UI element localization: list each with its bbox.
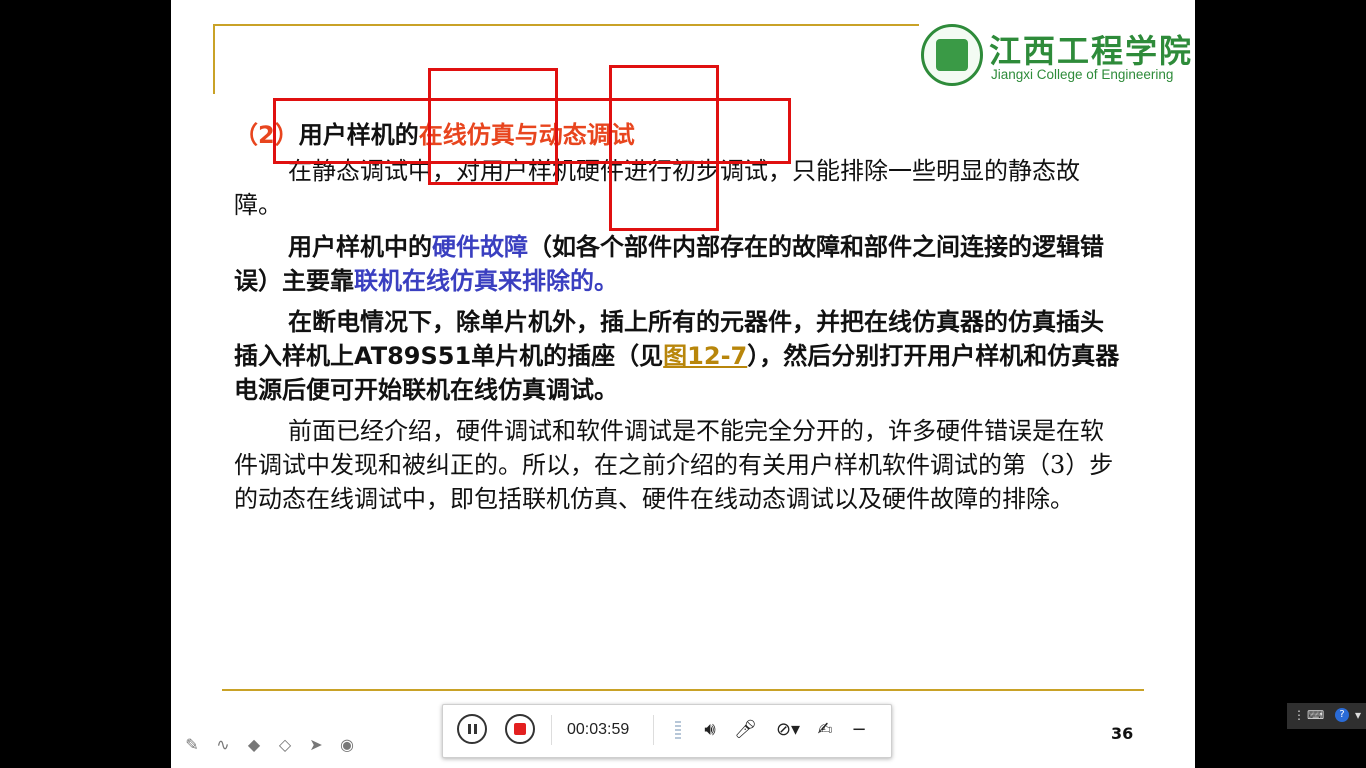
college-name-cn: 江西工程学院	[989, 32, 1194, 70]
marker-icon[interactable]: ◆	[245, 736, 263, 754]
slide-number: 36	[1111, 724, 1134, 743]
camera-off-icon[interactable]: ⊘▾	[773, 719, 803, 741]
college-name-en: Jiangxi College of Engineering	[991, 67, 1174, 82]
slide: 江西工程学院 Jiangxi College of Engineering （2…	[171, 0, 1195, 768]
paragraph-hardware-fault: 用户样机中的硬件故障（如各个部件内部存在的故障和部件之间连接的逻辑错误）主要靠联…	[234, 230, 1124, 298]
paragraph-power-off: 在断电情况下，除单片机外，插上所有的元器件，并把在线仿真器的仿真插头插入样机上A…	[234, 305, 1124, 407]
paragraph-text: 用户样机中的	[288, 233, 432, 261]
eraser-icon[interactable]: ◇	[276, 736, 294, 754]
annotate-icon[interactable]: ✍︎	[814, 719, 836, 741]
stop-icon[interactable]	[505, 714, 535, 744]
pen-toolbar: ✎ ∿ ◆ ◇ ➤ ◉	[183, 736, 356, 754]
highlight-online-emulation: 联机在线仿真来排除的。	[354, 267, 618, 295]
grip-icon: ⋮	[1293, 708, 1305, 722]
speaker-icon[interactable]: 🔊︎	[699, 719, 721, 741]
paragraph-summary: 前面已经介绍，硬件调试和软件调试是不能完全分开的，许多硬件错误是在软件调试中发现…	[234, 414, 1124, 516]
help-icon[interactable]: ?	[1335, 708, 1349, 722]
annotation-box	[609, 65, 719, 231]
system-tray: ⋮ ⌨ ? ▾	[1287, 703, 1366, 729]
microphone-icon[interactable]: 🎤︎	[734, 719, 757, 741]
minimize-icon[interactable]: −	[848, 719, 870, 741]
laser-icon[interactable]: ◉	[338, 736, 356, 754]
left-rule	[213, 24, 215, 94]
college-seal-logo	[921, 24, 983, 86]
keyboard-icon[interactable]: ⌨	[1307, 708, 1324, 722]
bottom-rule	[222, 689, 1144, 691]
chevron-down-icon[interactable]: ▾	[1355, 708, 1361, 722]
divider	[551, 715, 552, 745]
drag-handle[interactable]	[675, 721, 681, 741]
divider	[653, 715, 654, 745]
figure-link[interactable]: 图12-7	[663, 342, 747, 370]
highlight-hardware-fault: 硬件故障	[432, 233, 528, 261]
recording-toolbar: 00:03:59 🔊︎ 🎤︎ ⊘▾ ✍︎ −	[442, 704, 892, 758]
pen-icon[interactable]: ✎	[183, 736, 201, 754]
curve-icon[interactable]: ∿	[214, 736, 232, 754]
pause-icon[interactable]	[457, 714, 487, 744]
recording-timer: 00:03:59	[567, 721, 630, 738]
paragraph-text: 前面已经介绍，硬件调试和软件调试是不能完全分开的，许多硬件错误是在软件调试中发现…	[234, 417, 1114, 513]
annotation-box	[428, 68, 558, 185]
top-rule	[213, 24, 919, 26]
pointer-icon[interactable]: ➤	[307, 736, 325, 754]
